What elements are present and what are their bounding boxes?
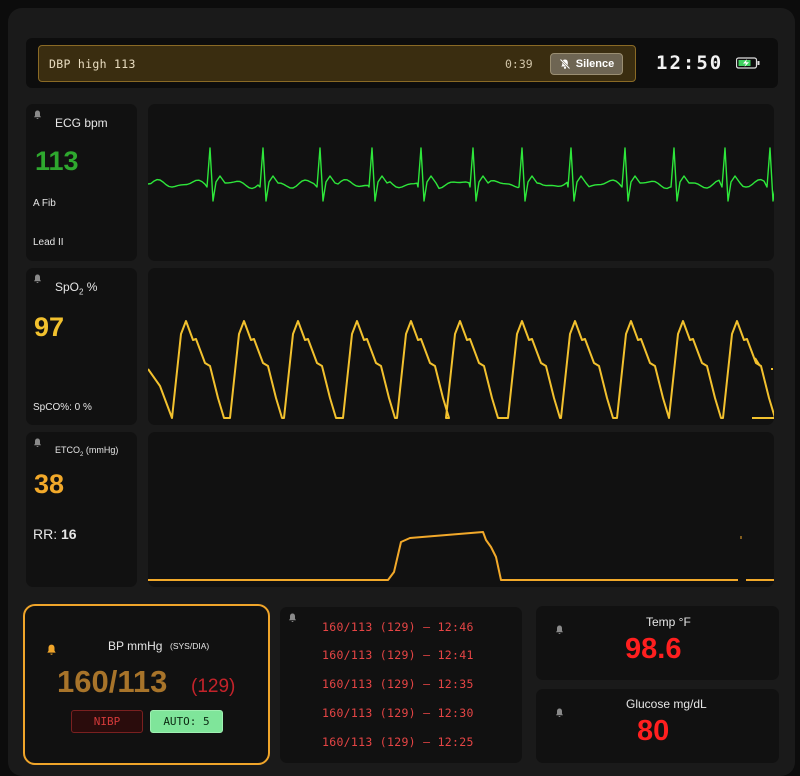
bell-icon — [556, 708, 563, 717]
alarm-banner: DBP high 113 0:39 Silence — [38, 45, 636, 82]
ecg-rhythm: A Fib — [33, 198, 56, 209]
spo2-waveform-panel — [148, 268, 774, 425]
alarm-message: DBP high 113 — [49, 57, 136, 71]
etco2-label-main: ETCO — [55, 445, 81, 455]
bp-mean: (129) — [191, 676, 236, 697]
ecg-parameter-panel[interactable]: ECG bpm 113 A Fib Lead II — [26, 104, 137, 261]
ecg-waveform-panel — [148, 104, 774, 261]
bell-off-icon — [559, 58, 571, 70]
spco-value: SpCO%: 0 % — [33, 402, 92, 413]
etco2-parameter-panel[interactable]: ETCO2 (mmHg) 38 RR: 16 — [26, 432, 137, 587]
etco2-value: 38 — [34, 469, 65, 499]
bell-icon — [34, 274, 41, 283]
glucose-label: Glucose mg/dL — [626, 697, 707, 711]
rr-label: RR: — [33, 526, 58, 542]
capnography-waveform — [148, 531, 774, 581]
etco2-label-unit: (mmHg) — [83, 445, 119, 455]
bell-icon — [34, 110, 41, 119]
pleth-waveform — [148, 320, 774, 419]
clock: 12:50 — [656, 52, 724, 74]
auto-interval-button[interactable]: AUTO: 5 — [150, 710, 223, 733]
bp-history-entry: 160/113 (129) — 12:30 — [322, 706, 474, 720]
spo2-value: 97 — [34, 312, 65, 342]
glucose-value: 80 — [637, 715, 670, 747]
glucose-parameter-panel[interactable]: Glucose mg/dL 80 — [536, 689, 779, 763]
temp-parameter-panel[interactable]: Temp °F 98.6 — [536, 606, 779, 680]
spo2-label: SpO2 % — [55, 280, 97, 296]
ecg-trace — [148, 147, 774, 202]
rr-readout: RR: 16 — [33, 526, 77, 542]
temp-value: 98.6 — [625, 633, 682, 665]
bp-label: BP mmHg — [108, 639, 163, 653]
ecg-lead: Lead II — [33, 237, 64, 248]
bp-history-entry: 160/113 (129) — 12:25 — [322, 735, 474, 749]
bell-icon — [47, 644, 56, 655]
bp-parameter-panel[interactable]: BP mmHg (SYS/DIA) 160/113 (129) NIBP AUT… — [23, 604, 270, 765]
etco2-waveform-panel — [148, 432, 774, 587]
silence-button[interactable]: Silence — [550, 53, 623, 75]
spo2-label-main: SpO — [55, 280, 80, 294]
bell-icon — [556, 625, 563, 634]
temp-label: Temp °F — [646, 615, 691, 629]
ecg-label: ECG bpm — [55, 116, 108, 130]
bell-icon — [289, 613, 296, 622]
rr-value: 16 — [61, 526, 77, 542]
bp-history-entry: 160/113 (129) — 12:46 — [322, 620, 474, 634]
ecg-waveform — [148, 147, 774, 202]
heart-rate-value: 113 — [35, 146, 79, 176]
pleth-trace — [148, 320, 774, 419]
silence-label: Silence — [575, 58, 615, 70]
capnography-trace — [148, 531, 738, 581]
bp-label-sub: (SYS/DIA) — [170, 641, 210, 651]
bp-history-entry: 160/113 (129) — 12:35 — [322, 677, 474, 691]
battery-charging-icon — [736, 57, 760, 69]
spo2-label-unit: % — [83, 280, 98, 294]
bell-icon — [34, 438, 41, 447]
bp-history-entry: 160/113 (129) — 12:41 — [322, 648, 474, 662]
bp-value: 160/113 — [57, 664, 168, 699]
alarm-timer: 0:39 — [505, 57, 533, 71]
nibp-button[interactable]: NIBP — [71, 710, 143, 733]
spo2-parameter-panel[interactable]: SpO2 % 97 SpCO%: 0 % — [26, 268, 137, 425]
etco2-label: ETCO2 (mmHg) — [55, 445, 118, 458]
